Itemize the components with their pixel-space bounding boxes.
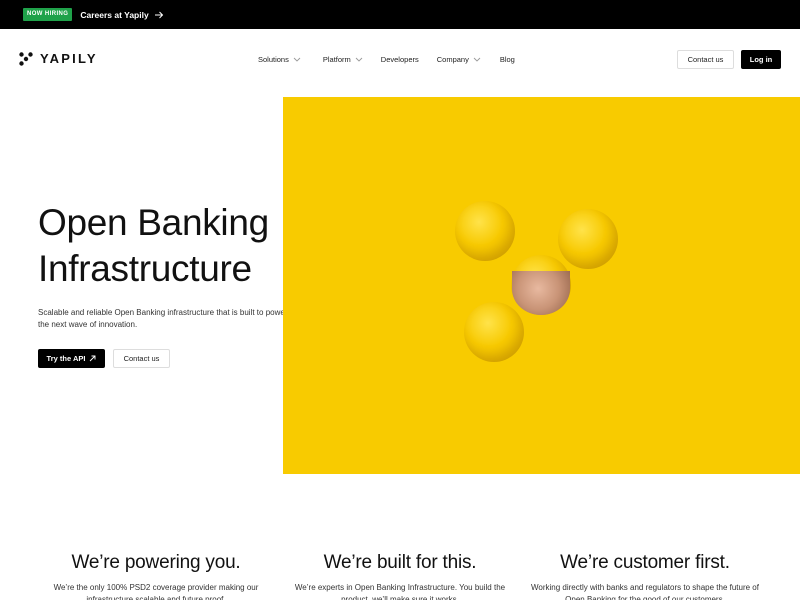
- logo-text: YAPILY: [40, 51, 98, 66]
- feature-title: We’re powering you.: [71, 552, 241, 573]
- chevron-down-icon: [293, 57, 301, 62]
- nav-item-solutions[interactable]: Solutions: [258, 55, 301, 64]
- yellow-sphere: [455, 201, 515, 261]
- yellow-sphere: [464, 302, 524, 362]
- wooden-sphere: [512, 271, 570, 315]
- feature-title: We’re built for this.: [323, 552, 477, 573]
- nav-item-developers[interactable]: Developers: [381, 55, 419, 64]
- arrow-right-icon: [154, 11, 163, 18]
- try-api-label: Try the API: [46, 354, 86, 363]
- hiring-badge: NOW HIRING: [23, 8, 73, 21]
- hero-subtitle: Scalable and reliable Open Banking infra…: [38, 308, 288, 329]
- nav-item-company[interactable]: Company: [437, 55, 481, 64]
- hero-title: Open Banking Infrastructure: [38, 200, 298, 292]
- nav-item-platform[interactable]: Platform: [323, 55, 363, 64]
- careers-link[interactable]: Careers at Yapily: [80, 10, 163, 20]
- nav-item-label: Solutions: [258, 55, 289, 64]
- chevron-down-icon: [473, 57, 481, 62]
- nav-item-label: Company: [436, 55, 469, 64]
- yapily-logo[interactable]: YAPILY: [19, 51, 98, 66]
- feature-customer: We’re customer first. Working directly w…: [530, 552, 760, 600]
- yellow-sphere: [558, 209, 618, 269]
- announcement-bar: NOW HIRING Careers at Yapily: [0, 0, 800, 29]
- nav-contact-button[interactable]: Contact us: [677, 50, 734, 69]
- login-button[interactable]: Log in: [741, 50, 781, 69]
- arrow-up-right-icon: [90, 355, 96, 362]
- nav-menu: Solutions Platform Developers Company Bl…: [258, 55, 515, 64]
- nav-item-label: Platform: [322, 55, 351, 64]
- feature-title: We’re customer first.: [560, 552, 730, 573]
- hero-title-line-2: Infrastructure: [38, 248, 252, 289]
- careers-link-label: Careers at Yapily: [80, 9, 149, 20]
- main-nav: YAPILY Solutions Platform Developers Com…: [0, 29, 800, 89]
- feature-text: We’re experts in Open Banking Infrastruc…: [294, 583, 506, 600]
- nav-item-blog[interactable]: Blog: [500, 55, 515, 64]
- yapily-logo-icon: [19, 51, 33, 66]
- feature-text: We’re the only 100% PSD2 coverage provid…: [53, 583, 259, 600]
- feature-powering: We’re powering you. We’re the only 100% …: [40, 552, 272, 600]
- hero-title-line-1: Open Banking: [38, 202, 269, 243]
- feature-built: We’re built for this. We’re experts in O…: [290, 552, 510, 600]
- try-api-button[interactable]: Try the API: [38, 349, 105, 368]
- nav-item-label: Blog: [499, 55, 515, 64]
- hero-image: [283, 97, 800, 474]
- feature-text: Working directly with banks and regulato…: [531, 583, 759, 600]
- hero-contact-button[interactable]: Contact us: [113, 349, 170, 368]
- nav-item-label: Developers: [380, 55, 419, 64]
- chevron-down-icon: [355, 57, 363, 62]
